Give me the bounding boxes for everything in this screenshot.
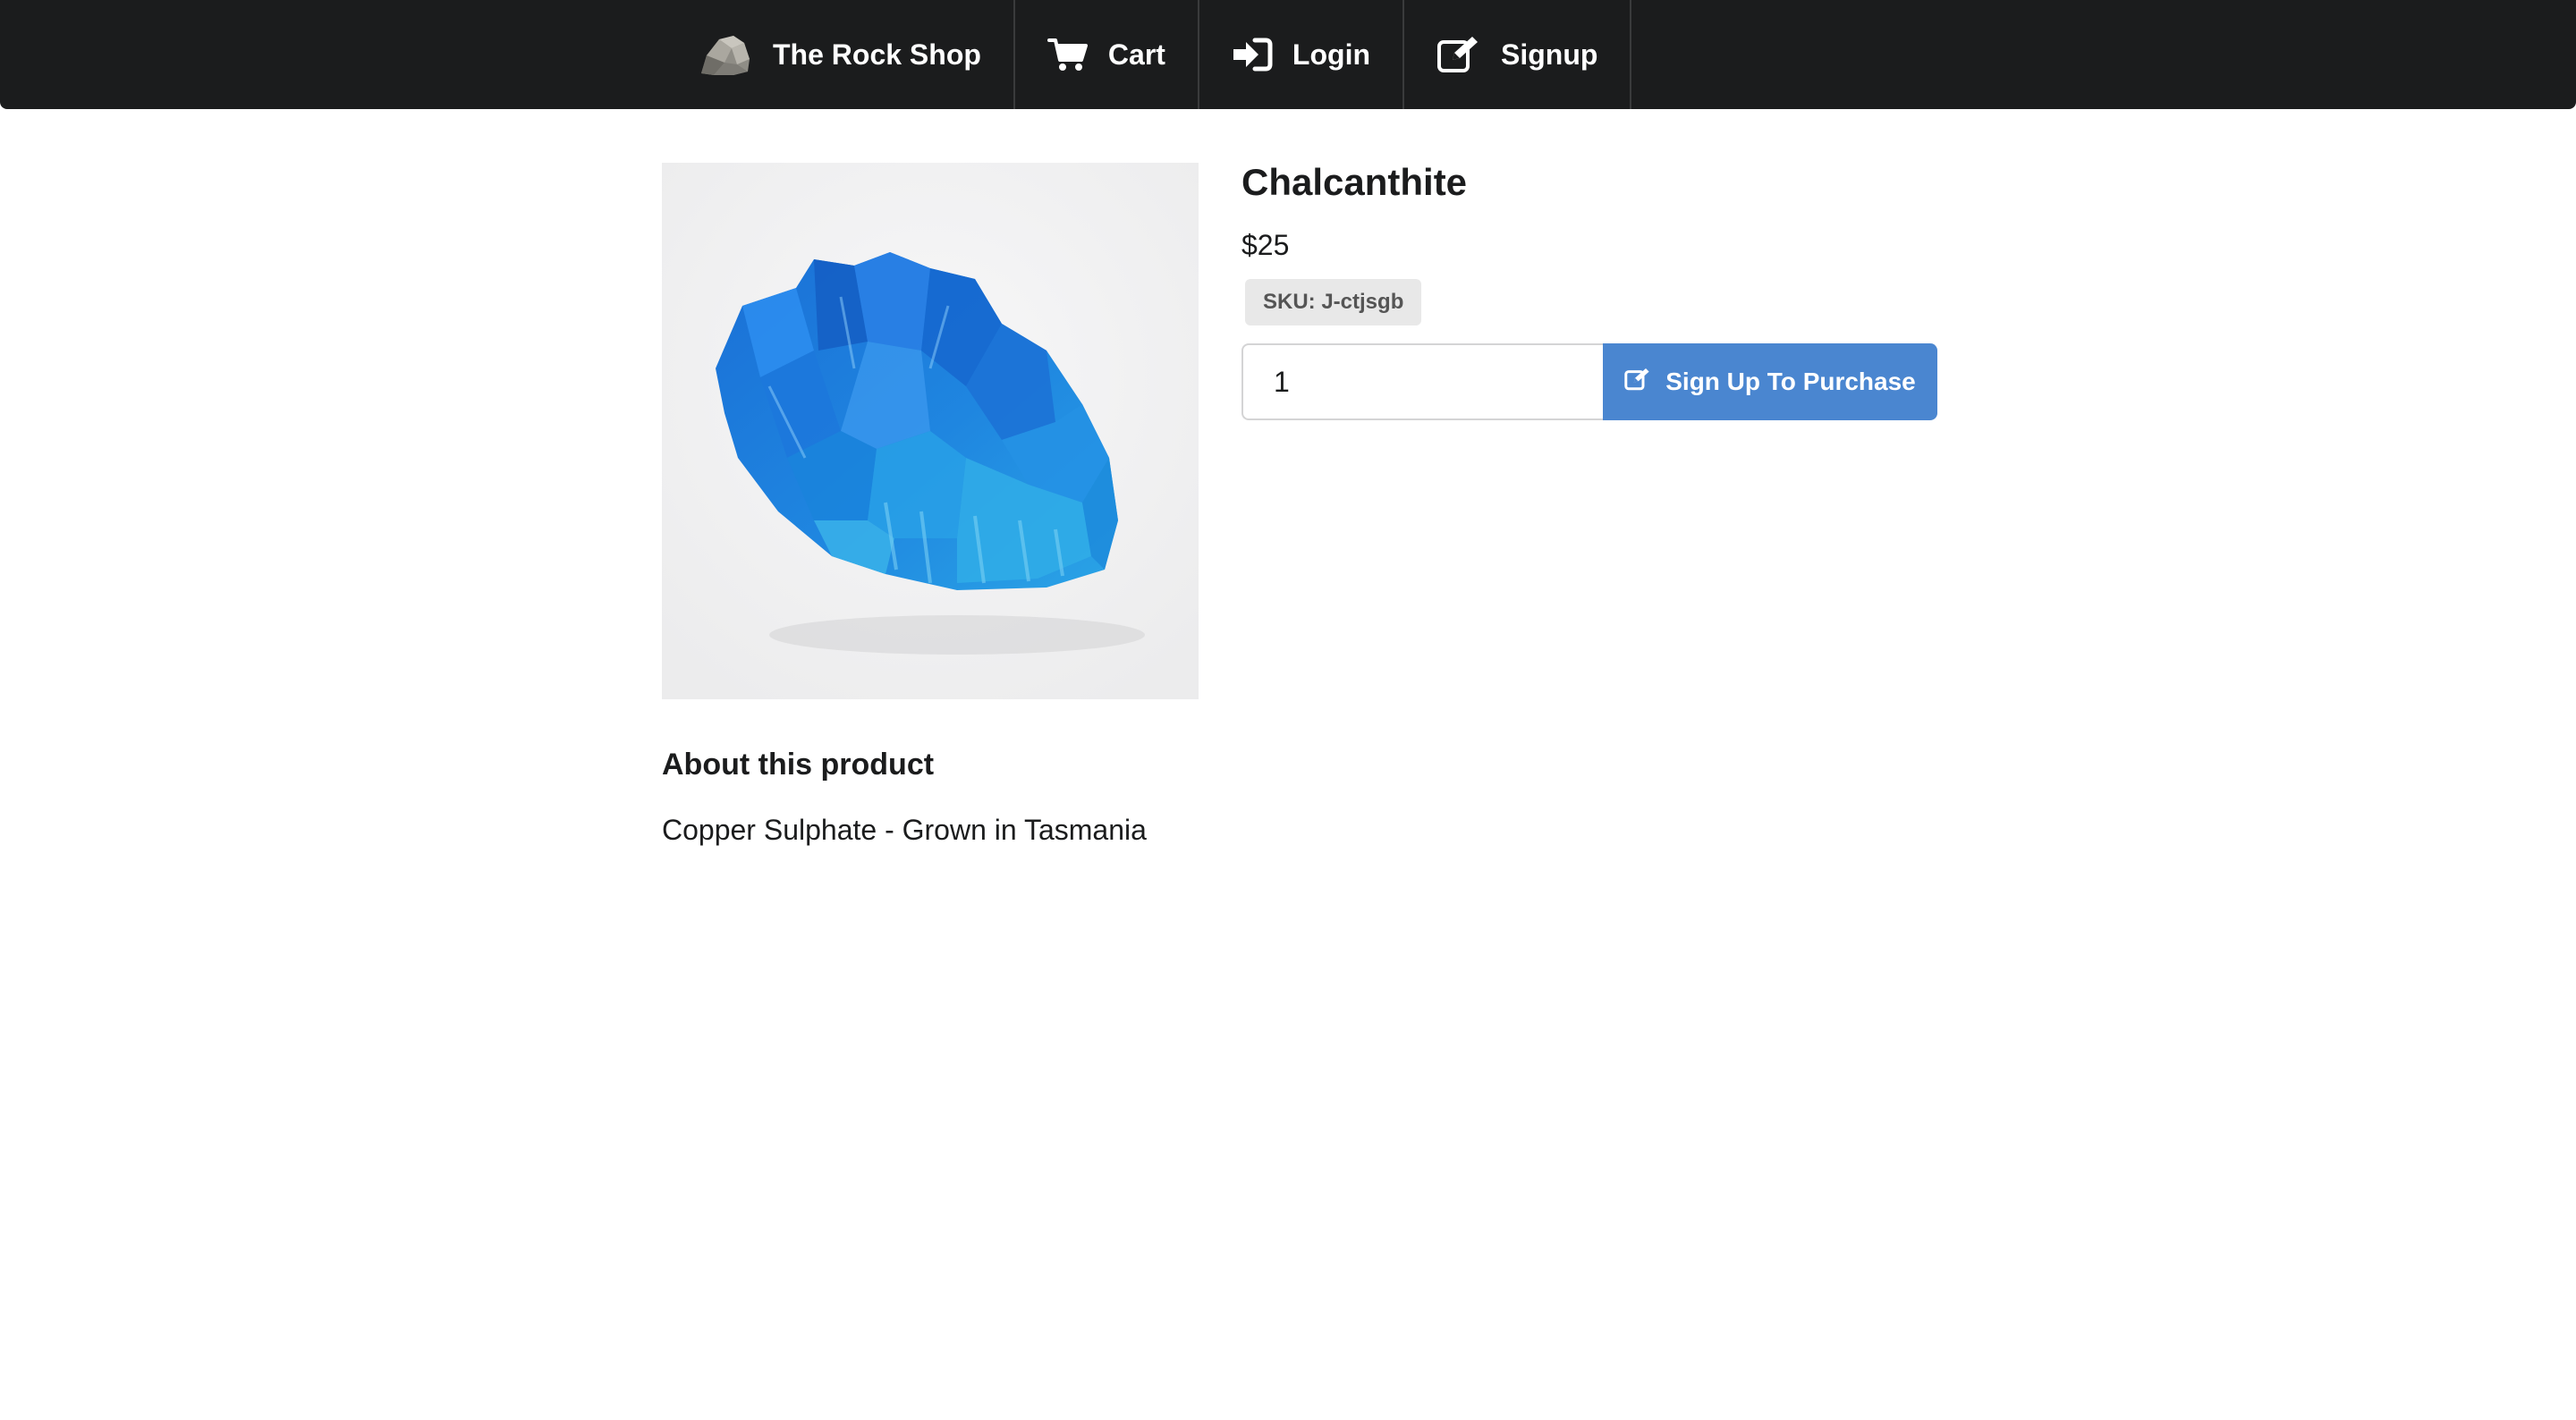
top-navigation-bar: The Rock Shop Cart Login Signup bbox=[0, 0, 2576, 109]
nav-item-cart-label: Cart bbox=[1107, 38, 1165, 71]
nav-item-cart[interactable]: Cart bbox=[1015, 0, 1199, 109]
brand-label: The Rock Shop bbox=[773, 38, 981, 71]
edit-icon bbox=[1436, 35, 1481, 74]
product-description: Copper Sulphate - Grown in Tasmania bbox=[662, 814, 1147, 846]
quantity-input[interactable] bbox=[1241, 343, 1603, 420]
sign-up-to-purchase-button[interactable]: Sign Up To Purchase bbox=[1603, 343, 1937, 420]
nav-item-login-label: Login bbox=[1292, 38, 1370, 71]
sign-up-to-purchase-label: Sign Up To Purchase bbox=[1665, 368, 1916, 395]
nav-item-login[interactable]: Login bbox=[1199, 0, 1404, 109]
product-image bbox=[662, 163, 1199, 699]
sku-badge: SKU: J-ctjsgb bbox=[1245, 279, 1422, 325]
cart-icon bbox=[1046, 37, 1089, 72]
main-menu: The Rock Shop Cart Login Signup bbox=[665, 0, 1632, 109]
brand-home-link[interactable]: The Rock Shop bbox=[665, 0, 1015, 109]
nav-item-signup[interactable]: Signup bbox=[1404, 0, 1632, 109]
sign-in-icon bbox=[1232, 37, 1273, 72]
product-title: Chalcanthite bbox=[1241, 161, 1468, 203]
crystal-image bbox=[662, 163, 1199, 699]
product-price: $25 bbox=[1241, 229, 1290, 261]
about-heading: About this product bbox=[662, 748, 935, 782]
nav-item-signup-label: Signup bbox=[1501, 38, 1598, 71]
edit-icon bbox=[1624, 367, 1651, 398]
rock-logo-icon bbox=[698, 32, 753, 77]
